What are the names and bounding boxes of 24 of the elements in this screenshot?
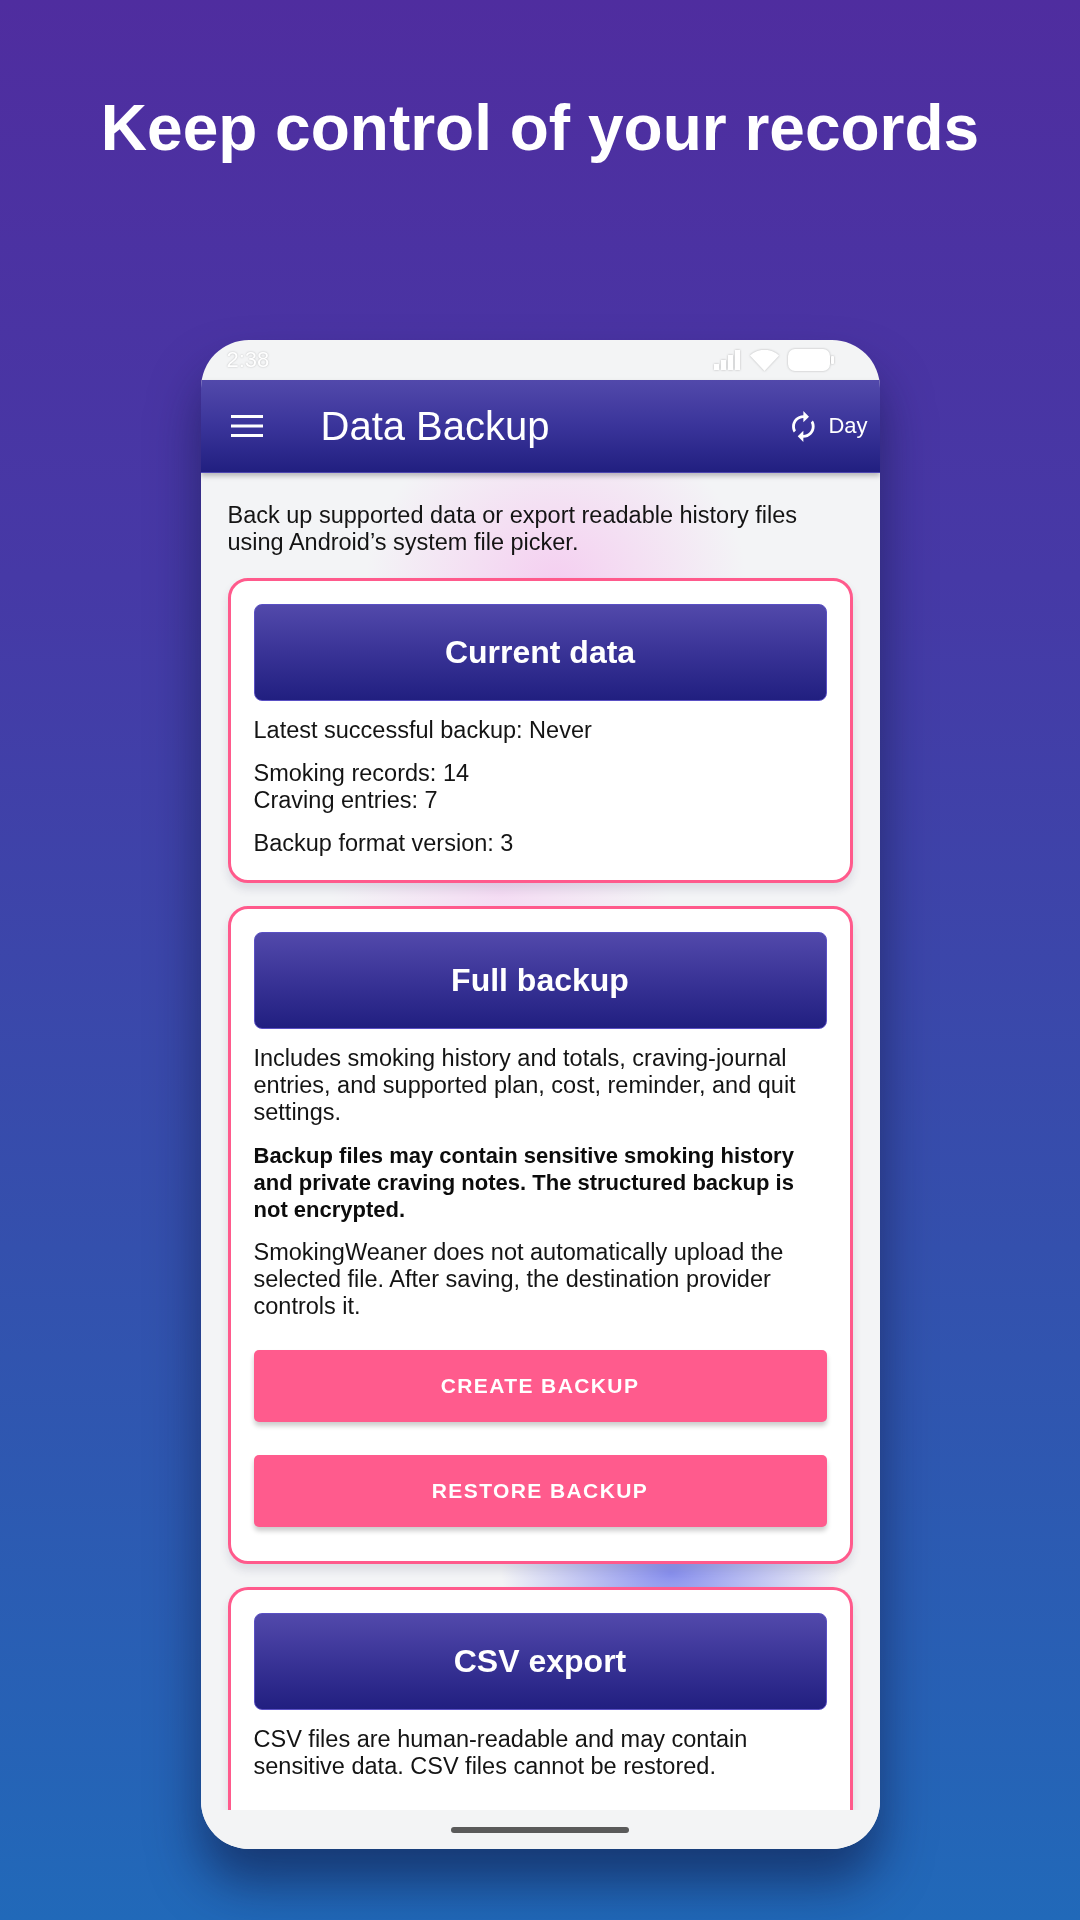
detail-text: Latest successful backup: Never xyxy=(253,717,593,744)
signal-icon xyxy=(713,350,741,370)
detail-text: Includes smoking history and totals, craving-journal entries, and supported plan, cost, reminder, and quit settings. xyxy=(253,1045,797,1126)
menu-icon xyxy=(230,415,263,437)
action-button[interactable]: RESTORE BACKUP xyxy=(253,1455,827,1527)
menu-button[interactable] xyxy=(230,415,263,437)
section-header: Current data xyxy=(253,604,827,701)
intro-text: Back up supported data or export readable history files using Android’s system file picker. xyxy=(227,502,799,556)
section-header: CSV export xyxy=(253,1613,827,1710)
wifi-icon xyxy=(749,349,779,371)
action-button[interactable]: CREATE BACKUP xyxy=(253,1350,827,1422)
sync-icon xyxy=(792,410,816,442)
warning-text: Backup files may contain sensitive smoking history and private craving notes. The structured backup is not encrypted. xyxy=(253,1142,795,1223)
home-indicator[interactable] xyxy=(451,1826,629,1833)
screen-title: Data Backup xyxy=(320,403,550,449)
section-header: Full backup xyxy=(253,932,827,1029)
detail-text: Backup format version: 3 xyxy=(253,830,515,857)
headline: Keep control of your records xyxy=(100,91,980,166)
detail-text: Craving entries: 7 xyxy=(253,787,439,814)
detail-text: SmokingWeaner does not automatically upload the selected file. After saving, the destination provider controls it. xyxy=(253,1239,785,1320)
battery-icon xyxy=(787,349,834,371)
detail-text: Smoking records: 14 xyxy=(253,760,471,787)
detail-text: CSV files are human-readable and may contain sensitive data. CSV files cannot be restored. xyxy=(253,1726,749,1780)
theme-toggle-button[interactable]: Day xyxy=(792,410,868,442)
